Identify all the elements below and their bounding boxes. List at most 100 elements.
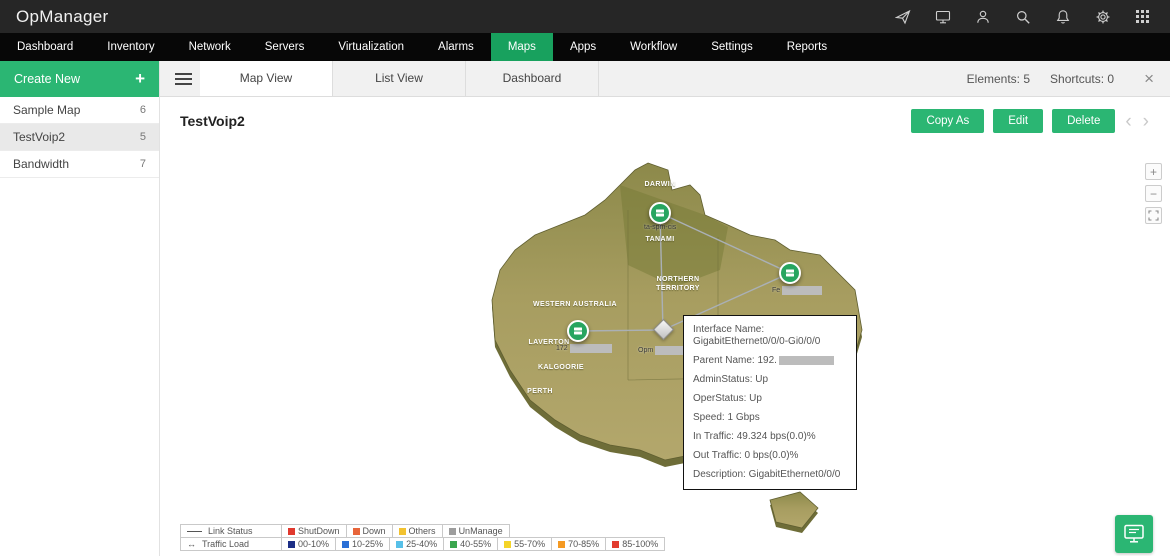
nav-maps[interactable]: Maps — [490, 33, 553, 61]
legend-label: 10-25% — [352, 539, 384, 549]
legend-label: UnManage — [458, 526, 503, 536]
send-icon[interactable] — [895, 9, 911, 25]
view-subheader: Map View List View Dashboard Elements: 5… — [160, 61, 1170, 97]
redacted-text — [782, 286, 823, 295]
node-name-text: Fe — [772, 287, 781, 294]
color-swatch — [612, 540, 620, 548]
tooltip-parent-name: Parent Name: 192. — [693, 355, 847, 367]
gear-icon[interactable] — [1095, 9, 1111, 25]
map-count: 5 — [139, 131, 146, 143]
opmanager-app: OpManager Dashboard Inventory Network Se… — [0, 0, 1170, 556]
device-node-west[interactable] — [567, 320, 589, 342]
topbar: OpManager — [0, 0, 1170, 33]
nav-servers[interactable]: Servers — [248, 33, 322, 61]
node-name-center: Opm — [638, 346, 684, 355]
page-title: TestVoip2 — [180, 113, 245, 129]
map-count: 6 — [139, 104, 146, 116]
plus-icon: + — [135, 69, 145, 88]
map-label-western-australia: WESTERN AUSTRALIA — [533, 301, 617, 308]
color-swatch — [398, 527, 406, 535]
nav-virtualization[interactable]: Virtualization — [321, 33, 421, 61]
legend-item-others: Others — [391, 524, 443, 538]
nav-workflow[interactable]: Workflow — [613, 33, 694, 61]
tab-list-view[interactable]: List View — [333, 61, 466, 96]
tooltip-speed: Speed: 1 Gbps — [693, 412, 760, 423]
legend-label: 85-100% — [622, 539, 659, 549]
map-label-perth: PERTH — [527, 388, 553, 395]
legend-label: 40-55% — [460, 539, 492, 549]
legend-item-unmanage: UnManage — [441, 524, 510, 538]
legend-item-55-70: 55-70% — [497, 537, 553, 551]
color-swatch — [342, 540, 350, 548]
node-name-text: Opm — [638, 347, 654, 354]
nav-dashboard[interactable]: Dashboard — [0, 33, 90, 61]
apps-grid-icon[interactable] — [1135, 9, 1150, 24]
sidebar-item-testvoip2[interactable]: TestVoip2 5 — [0, 124, 159, 151]
map-label-darwin: DARWIN — [644, 181, 676, 188]
node-name-west: 172 — [556, 344, 612, 353]
sidebar-item-sample-map[interactable]: Sample Map 6 — [0, 97, 159, 124]
nav-settings[interactable]: Settings — [694, 33, 770, 61]
prev-arrow-icon[interactable]: ‹ — [1124, 112, 1132, 131]
map-name: TestVoip2 — [13, 130, 66, 144]
legend-label: Down — [362, 526, 386, 536]
zoom-fit-button[interactable] — [1145, 207, 1162, 224]
fit-screen-icon — [1148, 210, 1159, 221]
legend-label: 70-85% — [568, 539, 600, 549]
switch-icon — [656, 209, 664, 217]
menu-icon[interactable] — [160, 61, 200, 96]
next-arrow-icon[interactable]: › — [1142, 112, 1150, 131]
nav-inventory[interactable]: Inventory — [90, 33, 171, 61]
close-icon[interactable]: × — [1144, 70, 1154, 87]
tab-dashboard[interactable]: Dashboard — [466, 61, 599, 96]
search-icon[interactable] — [1015, 9, 1031, 25]
legend-traffic-load-row: ↔ Traffic Load 00-10% 10-25% 25-40% 40-5… — [180, 537, 666, 551]
legend-label: Link Status — [208, 526, 253, 536]
maps-sidebar: Create New + Sample Map 6 TestVoip2 5 Ba… — [0, 61, 160, 556]
map-label-kalgoorie: KALGOORIE — [538, 364, 584, 371]
color-swatch — [448, 527, 456, 535]
device-node-east[interactable] — [779, 262, 801, 284]
sidebar-item-bandwidth[interactable]: Bandwidth 7 — [0, 151, 159, 178]
map-label-tanami: TANAMI — [645, 236, 675, 243]
color-swatch — [352, 527, 360, 535]
tooltip-out-traffic: Out Traffic: 0 bps(0.0)% — [693, 450, 799, 461]
create-new-label: Create New — [14, 72, 80, 86]
legend-label: 25-40% — [406, 539, 438, 549]
redacted-text — [655, 346, 684, 355]
tooltip-in-traffic: In Traffic: 49.324 bps(0.0)% — [693, 431, 816, 442]
nav-alarms[interactable]: Alarms — [421, 33, 491, 61]
edit-button[interactable]: Edit — [993, 109, 1044, 133]
color-swatch — [288, 540, 295, 548]
zoom-controls: + − — [1145, 163, 1162, 224]
remote-control-icon[interactable] — [935, 9, 951, 25]
bell-icon[interactable] — [1055, 9, 1071, 25]
live-chat-button[interactable] — [1115, 515, 1153, 553]
map-name: Bandwidth — [13, 157, 70, 171]
elements-count: Elements: 5 — [966, 71, 1031, 86]
device-node-darwin[interactable] — [649, 202, 671, 224]
legend-label: ShutDown — [298, 526, 340, 536]
legend-item-down: Down — [345, 524, 393, 538]
map-canvas[interactable]: DARWIN TANAMI NORTHERN TERRITORY WESTERN… — [160, 145, 1170, 556]
legend-item-85-100: 85-100% — [605, 537, 666, 551]
color-swatch — [450, 540, 458, 548]
user-icon[interactable] — [975, 9, 991, 25]
legend-item-70-85: 70-85% — [551, 537, 607, 551]
tooltip-description: Description: GigabitEthernet0/0/0 — [693, 469, 841, 480]
legend-label: Traffic Load — [202, 539, 250, 549]
nav-apps[interactable]: Apps — [553, 33, 613, 61]
shortcuts-count: Shortcuts: 0 — [1050, 71, 1115, 86]
tab-map-view[interactable]: Map View — [200, 61, 333, 96]
nav-network[interactable]: Network — [172, 33, 248, 61]
zoom-in-button[interactable]: + — [1145, 163, 1162, 180]
nav-reports[interactable]: Reports — [770, 33, 844, 61]
legend-link-status-row: Link Status ShutDown Down Others UnManag… — [180, 524, 665, 538]
node-name-darwin: ta-spm-cis — [644, 224, 677, 231]
create-new-button[interactable]: Create New + — [0, 61, 159, 97]
copy-as-button[interactable]: Copy As — [911, 109, 985, 133]
delete-button[interactable]: Delete — [1052, 109, 1116, 133]
zoom-out-button[interactable]: − — [1145, 185, 1162, 202]
map-legend: Link Status ShutDown Down Others UnManag… — [180, 524, 666, 551]
legend-label: 00-10% — [298, 539, 330, 549]
